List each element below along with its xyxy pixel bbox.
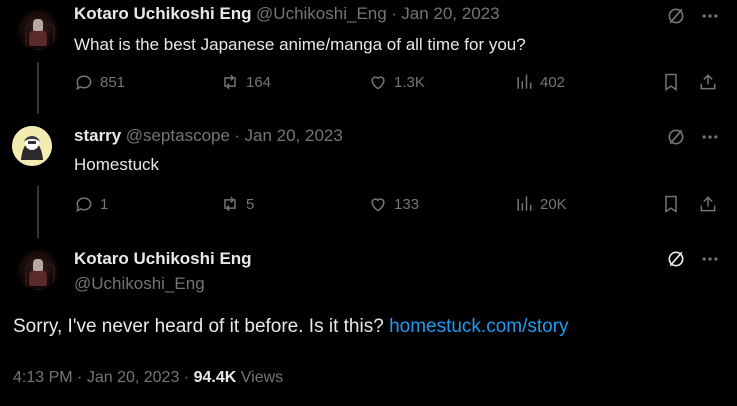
thread-line xyxy=(37,186,39,238)
reply-button[interactable]: 1 xyxy=(74,194,108,214)
reply-count: 851 xyxy=(100,73,126,91)
views-button[interactable]: 402 xyxy=(514,72,565,92)
slash-circle-icon[interactable] xyxy=(666,6,686,31)
author-handle[interactable]: @Uchikoshi_Eng xyxy=(74,274,205,294)
views-icon xyxy=(517,74,532,89)
separator: · xyxy=(77,369,83,386)
retweet-icon xyxy=(224,196,236,212)
tweet-text: Homestuck xyxy=(74,155,160,174)
more-icon[interactable] xyxy=(700,6,720,31)
bookmark-icon[interactable] xyxy=(661,194,681,219)
retweet-button[interactable]: 5 xyxy=(220,194,254,214)
tweet-date[interactable]: Jan 20, 2023 xyxy=(245,126,343,145)
author-handle[interactable]: @Uchikoshi_Eng xyxy=(256,4,387,23)
like-count: 1.3K xyxy=(394,73,425,91)
like-button[interactable]: 133 xyxy=(368,194,419,214)
author-name[interactable]: Kotaro Uchikoshi Eng xyxy=(74,249,252,269)
avatar[interactable] xyxy=(12,126,52,166)
like-button[interactable]: 1.3K xyxy=(368,72,425,92)
retweet-count: 5 xyxy=(246,195,255,213)
views-icon xyxy=(517,196,532,211)
views-button[interactable]: 20K xyxy=(514,194,567,214)
views-count: 94.4K xyxy=(193,369,237,386)
retweet-icon xyxy=(224,74,236,90)
like-icon xyxy=(371,76,385,90)
reply-icon xyxy=(76,197,92,213)
thread-line xyxy=(37,62,39,114)
bookmark-icon[interactable] xyxy=(661,72,681,97)
avatar[interactable] xyxy=(18,10,58,50)
retweet-count: 164 xyxy=(246,73,272,91)
reply-button[interactable]: 851 xyxy=(74,72,125,92)
tweet-meta: 4:13 PM · Jan 20, 2023 · 94.4K Views xyxy=(13,369,283,387)
like-icon xyxy=(371,198,385,212)
more-icon[interactable] xyxy=(700,249,720,274)
slash-circle-icon[interactable] xyxy=(666,249,686,274)
tweet-text: Sorry, I've never heard of it before. Is… xyxy=(13,316,569,338)
reply-count: 1 xyxy=(100,195,109,213)
separator: · xyxy=(234,126,241,145)
tweet-link[interactable]: homestuck.com/story xyxy=(389,316,569,337)
tweet-header: starry @septascope · Jan 20, 2023 xyxy=(74,126,343,146)
author-name[interactable]: Kotaro Uchikoshi Eng xyxy=(74,4,252,23)
reply-icon xyxy=(76,75,92,91)
views-label: Views xyxy=(240,369,284,386)
separator: · xyxy=(183,369,190,386)
slash-circle-icon[interactable] xyxy=(666,127,686,152)
tweet-text-body: Sorry, I've never heard of it before. Is… xyxy=(13,316,384,337)
tweet-date[interactable]: Jan 20, 2023 xyxy=(87,369,180,386)
share-icon[interactable] xyxy=(698,194,718,219)
retweet-button[interactable]: 164 xyxy=(220,72,271,92)
more-icon[interactable] xyxy=(700,127,720,152)
views-count: 20K xyxy=(540,195,567,213)
avatar[interactable] xyxy=(18,250,58,290)
tweet-time[interactable]: 4:13 PM xyxy=(13,369,73,386)
tweet-date[interactable]: Jan 20, 2023 xyxy=(401,4,499,23)
tweet-text: What is the best Japanese anime/manga of… xyxy=(74,35,526,54)
share-icon[interactable] xyxy=(698,72,718,97)
views-count: 402 xyxy=(540,73,566,91)
like-count: 133 xyxy=(394,195,420,213)
separator: · xyxy=(391,4,397,23)
author-handle[interactable]: @septascope xyxy=(126,126,230,145)
author-name[interactable]: starry xyxy=(74,126,121,145)
tweet-header: Kotaro Uchikoshi Eng @Uchikoshi_Eng · Ja… xyxy=(74,4,500,24)
